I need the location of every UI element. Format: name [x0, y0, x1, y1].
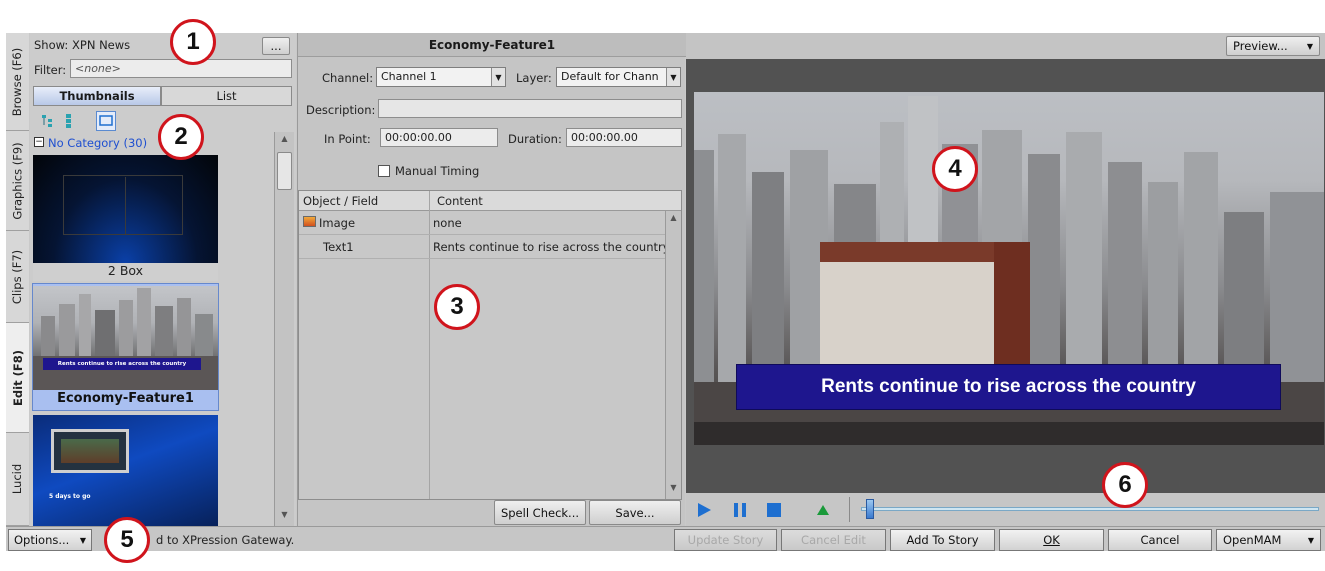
tab-edit[interactable]: Edit (F8) [6, 323, 29, 433]
row-content: Rents continue to rise across the countr… [433, 240, 665, 254]
manual-timing-checkbox[interactable] [378, 165, 390, 177]
thumbnail-lower-third: Rents continue to rise across the countr… [43, 358, 201, 370]
table-row[interactable]: Image none [299, 211, 665, 235]
scroll-up-icon[interactable]: ▲ [277, 134, 292, 148]
inpoint-label: In Point: [324, 132, 371, 146]
chevron-down-icon: ▼ [1306, 41, 1313, 51]
cancel-edit-button[interactable]: Cancel Edit [781, 529, 886, 551]
layer-select[interactable]: Default for Chann ▼ [556, 67, 681, 87]
thumbnail-view-icon[interactable] [96, 111, 116, 131]
scroll-thumb[interactable] [277, 152, 292, 190]
tab-thumbnails[interactable]: Thumbnails [33, 86, 161, 106]
description-label: Description: [306, 103, 376, 117]
openmam-dropdown[interactable]: OpenMAM ▼ [1216, 529, 1321, 551]
channel-select[interactable]: Channel 1 ▼ [376, 67, 506, 87]
status-text: d to XPression Gateway. [156, 533, 295, 547]
manual-timing-label: Manual Timing [395, 164, 480, 178]
chevron-down-icon: ▼ [666, 68, 680, 86]
scrub-track[interactable] [861, 507, 1319, 511]
play-icon[interactable] [696, 502, 712, 521]
collapse-category-icon[interactable]: − [34, 137, 44, 147]
callout-6: 6 [1102, 462, 1148, 508]
row-field: Text1 [323, 240, 354, 254]
inpoint-input[interactable]: 00:00:00.00 [380, 128, 498, 147]
stop-icon[interactable] [766, 502, 782, 521]
callout-3: 3 [434, 284, 480, 330]
row-field: Image [319, 216, 356, 230]
duration-label: Duration: [508, 132, 562, 146]
transport-divider [849, 497, 850, 522]
browse-show-button[interactable]: ... [262, 37, 290, 55]
scroll-down-icon[interactable]: ▼ [277, 510, 292, 524]
tab-clips[interactable]: Clips (F7) [6, 231, 29, 323]
chevron-down-icon: ▼ [1307, 535, 1314, 545]
channel-label: Channel: [322, 71, 374, 85]
thumbnail-caption: 2 Box [33, 263, 218, 281]
category-label: No Category (30) [48, 136, 148, 150]
tab-browse[interactable]: Browse (F6) [6, 33, 29, 131]
add-to-story-button[interactable]: Add To Story [890, 529, 995, 551]
pause-icon[interactable] [732, 502, 748, 521]
preview-panel: Preview... ▼ Rents continue to rise acro… [686, 33, 1325, 526]
two-box-divider [125, 177, 126, 235]
scroll-up-icon[interactable]: ▲ [667, 213, 680, 222]
scrub-handle[interactable] [865, 499, 874, 519]
spell-check-button[interactable]: Spell Check... [494, 500, 586, 525]
take-icon[interactable] [816, 504, 830, 519]
callout-1: 1 [170, 19, 216, 65]
thumbnail-caption-selected: Economy-Feature1 [57, 391, 194, 406]
thumbnail-countdown[interactable]: 5 days to go [33, 415, 218, 526]
thumbnail-scrollbar[interactable]: ▲ ▼ [274, 132, 294, 526]
transport-bar [686, 493, 1325, 526]
city-thumbnail-image [33, 288, 218, 390]
vertical-tab-strip: Browse (F6) Graphics (F9) Clips (F7) Edi… [6, 33, 29, 526]
callout-2: 2 [158, 114, 204, 160]
thumbnail-screen-image [61, 439, 119, 463]
edit-title: Economy-Feature1 [298, 33, 686, 57]
filter-label: Filter: [34, 63, 67, 77]
chevron-down-icon: ▼ [79, 535, 86, 545]
scroll-down-icon[interactable]: ▼ [667, 483, 680, 492]
thumbnail-overlay-text: 5 days to go [49, 493, 91, 500]
header-content: Content [437, 194, 483, 208]
chevron-down-icon: ▼ [491, 68, 505, 86]
thumbnail-economy-feature1[interactable]: Rents continue to rise across the countr… [33, 286, 218, 390]
lower-third-graphic: Rents continue to rise across the countr… [736, 364, 1281, 410]
cancel-button[interactable]: Cancel [1108, 529, 1212, 551]
tree-view-icon[interactable] [40, 113, 56, 129]
description-input[interactable] [378, 99, 682, 118]
table-row[interactable]: Text1 Rents continue to rise across the … [299, 235, 665, 259]
header-object-field: Object / Field [303, 194, 379, 208]
preview-video: Rents continue to rise across the countr… [694, 92, 1324, 445]
thumbnail-2-box[interactable] [33, 155, 218, 263]
two-box-frame [63, 175, 183, 235]
row-content: none [433, 216, 462, 230]
preview-mode-dropdown[interactable]: Preview... ▼ [1226, 36, 1320, 56]
options-dropdown[interactable]: Options... ▼ [8, 529, 92, 551]
duration-input[interactable]: 00:00:00.00 [566, 128, 682, 147]
tab-lucid[interactable]: Lucid [6, 433, 29, 526]
show-value: XPN News [72, 38, 131, 52]
show-label: Show: [34, 38, 69, 52]
update-story-button[interactable]: Update Story [674, 529, 777, 551]
layer-label: Layer: [516, 71, 552, 85]
browse-panel: Show: XPN News ... Filter: <none> Thumbn… [30, 33, 296, 526]
image-icon [303, 216, 316, 227]
grid-scrollbar[interactable]: ▲ ▼ [665, 211, 681, 499]
callout-5: 5 [104, 517, 150, 563]
tab-list[interactable]: List [161, 86, 292, 106]
callout-4: 4 [932, 146, 978, 192]
save-button[interactable]: Save... [589, 500, 681, 525]
tab-graphics[interactable]: Graphics (F9) [6, 131, 29, 231]
ok-button[interactable]: OK [999, 529, 1104, 551]
object-field-grid: Object / Field Content Image none Text1 … [298, 190, 682, 500]
list-view-icon[interactable] [62, 113, 76, 129]
